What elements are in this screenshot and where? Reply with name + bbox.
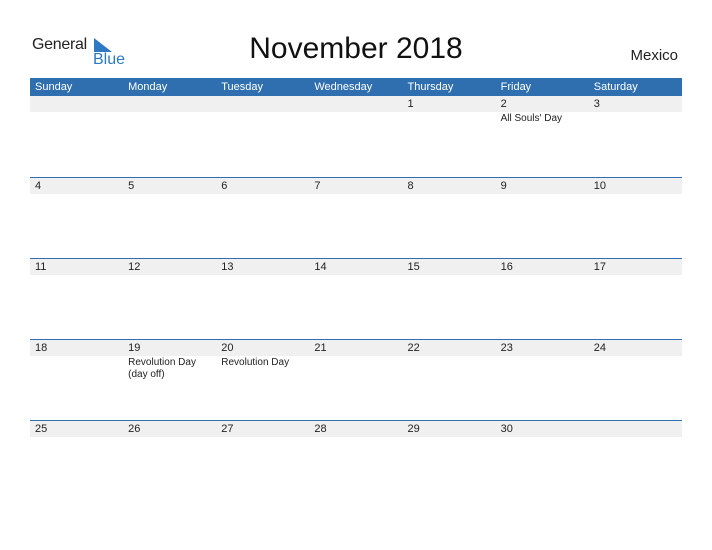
- weekday-thursday: Thursday: [407, 81, 454, 93]
- holiday-label: [30, 194, 123, 195]
- day-number: 25: [35, 423, 48, 435]
- day-number: 29: [407, 423, 420, 435]
- holiday-label: [403, 275, 496, 276]
- holiday-label: [589, 275, 682, 276]
- holiday-label: [309, 356, 402, 381]
- holiday-label: [216, 194, 309, 195]
- week-row: 25 26 27 28 29 30: [30, 420, 682, 501]
- date-strip: 4 5 6 7 8 9 10: [30, 178, 682, 194]
- day-number: [30, 96, 123, 112]
- events-area: All Souls' Day: [30, 112, 682, 125]
- holiday-label: [123, 112, 216, 125]
- day-number: 15: [407, 261, 420, 273]
- holiday-label: [309, 437, 402, 438]
- holiday-label: [403, 356, 496, 381]
- holiday-label: [216, 437, 309, 438]
- holiday-label: [30, 437, 123, 438]
- day-number: 12: [128, 261, 141, 273]
- holiday-label: [589, 356, 682, 381]
- date-strip: 25 26 27 28 29 30: [30, 421, 682, 437]
- week-row: 4 5 6 7 8 9 10: [30, 177, 682, 258]
- day-number: 28: [314, 423, 327, 435]
- holiday-label: All Souls' Day: [500, 113, 563, 124]
- day-number: 16: [500, 261, 513, 273]
- holiday-label: [123, 437, 216, 438]
- holiday-label: [589, 194, 682, 195]
- holiday-label: [30, 356, 123, 381]
- weekday-monday: Monday: [128, 81, 168, 93]
- holiday-label: [123, 194, 216, 195]
- weekday-tuesday: Tuesday: [221, 81, 264, 93]
- holiday-label: [403, 437, 496, 438]
- day-number: 14: [314, 261, 327, 273]
- day-number: [589, 421, 682, 437]
- date-strip: 18 19 20 21 22 23 24: [30, 340, 682, 356]
- day-number: 24: [593, 342, 606, 354]
- holiday-label: [496, 437, 589, 438]
- events-area: [30, 437, 682, 438]
- day-number: 11: [35, 261, 47, 273]
- holiday-label: [496, 275, 589, 276]
- day-number: 10: [593, 180, 606, 192]
- holiday-label: [309, 112, 402, 125]
- day-number: 3: [593, 98, 600, 110]
- day-number: 22: [407, 342, 420, 354]
- day-number: 1: [407, 98, 414, 110]
- day-number: 4: [35, 180, 42, 192]
- day-number: 7: [314, 180, 321, 192]
- holiday-label: [403, 194, 496, 195]
- day-number: 5: [128, 180, 135, 192]
- calendar-grid: Sunday Monday Tuesday Wednesday Thursday Frid…: [30, 78, 682, 501]
- day-number: [216, 96, 309, 112]
- holiday-label: [496, 194, 589, 195]
- day-number: 6: [221, 180, 228, 192]
- holiday-label: [216, 112, 309, 125]
- weekday-friday: Friday: [500, 81, 532, 93]
- day-number: 2: [500, 98, 507, 110]
- date-strip: 11 12 13 14 15 16 17: [30, 259, 682, 275]
- holiday-label: [30, 112, 123, 125]
- weekday-header: Sunday Monday Tuesday Wednesday Thursday Frid…: [30, 78, 682, 96]
- week-row: 1 2 3 All Souls' Day: [30, 96, 682, 177]
- holiday-label: [216, 275, 309, 276]
- events-area: [30, 194, 682, 195]
- day-number: 8: [407, 180, 414, 192]
- day-number: 13: [221, 261, 234, 273]
- day-number: [123, 96, 216, 112]
- day-number: 17: [593, 261, 606, 273]
- holiday-label: [403, 112, 496, 125]
- day-number: 20: [221, 342, 234, 354]
- day-number: 18: [35, 342, 48, 354]
- day-number: [309, 96, 402, 112]
- day-number: 26: [128, 423, 141, 435]
- holiday-label: [589, 437, 682, 438]
- weekday-sunday: Sunday: [35, 81, 73, 93]
- week-row: 18 19 20 21 22 23 24 Revolution Day (day off) Re…: [30, 339, 682, 420]
- day-number: 23: [500, 342, 513, 354]
- holiday-label: [496, 356, 589, 381]
- events-area: Revolution Day (day off) Revolution Day: [30, 356, 682, 381]
- holiday-label: [30, 275, 123, 276]
- weekday-saturday: Saturday: [593, 81, 638, 93]
- weekday-wednesday: Wednesday: [314, 81, 373, 93]
- week-row: 11 12 13 14 15 16 17: [30, 258, 682, 339]
- day-number: 9: [500, 180, 507, 192]
- day-number: 27: [221, 423, 234, 435]
- holiday-label: [309, 194, 402, 195]
- day-number: 19: [128, 342, 141, 354]
- events-area: [30, 275, 682, 276]
- holiday-label: [589, 112, 682, 125]
- calendar-title: November 2018: [249, 32, 463, 65]
- holiday-label: [123, 275, 216, 276]
- holiday-label: [309, 275, 402, 276]
- holiday-label: Revolution Day (day off): [128, 357, 196, 380]
- holiday-label: Revolution Day: [221, 357, 290, 368]
- day-number: 21: [314, 342, 327, 354]
- day-number: 30: [500, 423, 513, 435]
- weeks-container: 1 2 3 All Souls' Day 4 5 6 7 8 9 10 11 12 13 14 15 16 17 1…: [30, 96, 682, 501]
- date-strip: 1 2 3: [30, 96, 682, 112]
- country-label: Mexico: [630, 47, 678, 64]
